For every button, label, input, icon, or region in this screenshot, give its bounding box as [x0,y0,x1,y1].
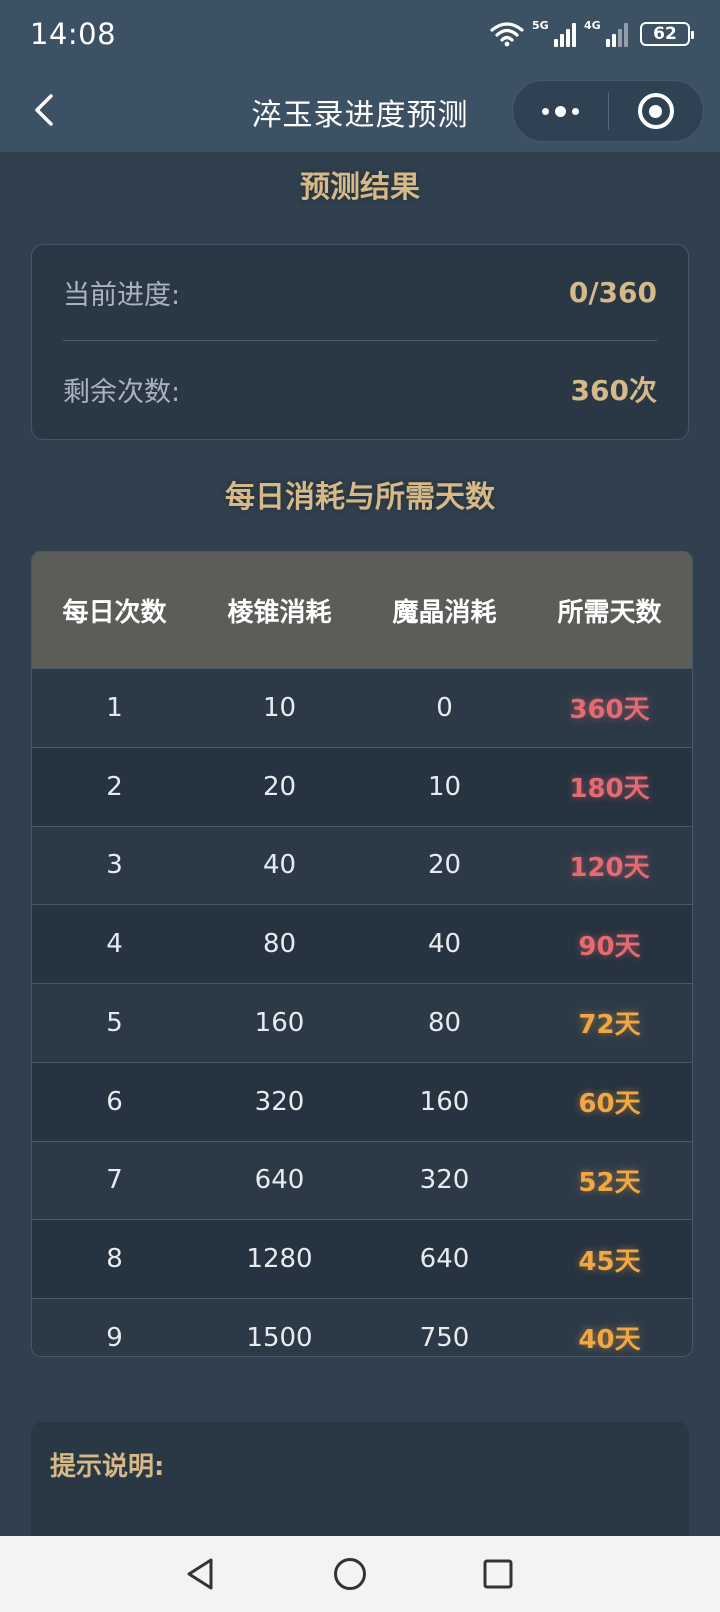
result-card: 当前进度: 0/360 剩余次数: 360次 [31,244,689,440]
crystal-cost-cell: 320 [419,1165,470,1196]
system-icons: 5G 4G 62 [490,19,694,47]
pyramid-cost-cell: 640 [254,1165,305,1196]
days-needed-cell: 45天 [578,1246,641,1277]
crystal-cost-cell: 640 [419,1244,470,1275]
signal-4g-icon: 4G [584,19,628,47]
table-body: 1 10 0 360天 2 20 10 180天 3 40 20 120天 4 … [32,668,692,1356]
battery-level: 62 [653,24,677,44]
result-section-title: 预测结果 [300,170,420,205]
table-row: 5 160 80 72天 [32,983,692,1062]
pyramid-cost-cell: 320 [254,1086,305,1117]
daily-count-cell: 9 [106,1322,123,1353]
crystal-cost-cell: 40 [427,929,462,960]
daily-count-cell: 3 [106,850,123,881]
days-needed-cell: 180天 [569,774,650,805]
days-needed-cell: 60天 [578,1089,641,1120]
nav-bar: 淬玉录进度预测 [0,68,720,152]
pyramid-cost-cell: 80 [262,929,297,960]
days-needed-cell: 52天 [578,1167,641,1198]
remaining-count-value: 360次 [570,374,657,407]
daily-count-cell: 5 [106,1007,123,1038]
header-pyramid-cost: 棱锥消耗 [227,597,332,628]
table-row: 9 1500 750 40天 [32,1298,692,1356]
crystal-cost-cell: 750 [419,1322,470,1353]
record-target-icon [637,93,674,129]
days-needed-cell: 90天 [578,931,641,962]
pyramid-cost-cell: 1500 [246,1322,313,1353]
status-bar: 14:08 5G 4G 62 [0,0,720,68]
pyramid-cost-cell: 10 [262,692,297,723]
more-dots-icon [542,107,549,115]
days-needed-cell: 72天 [578,1010,641,1041]
daily-count-cell: 7 [106,1165,123,1196]
battery-icon: 62 [640,22,694,46]
pyramid-cost-cell: 1280 [246,1244,313,1275]
current-progress-row: 当前进度: 0/360 [63,245,657,341]
daily-count-cell: 2 [106,771,123,802]
system-back-button[interactable] [176,1550,224,1598]
days-needed-cell: 40天 [578,1325,641,1356]
daily-count-cell: 8 [106,1244,123,1275]
signal-5g-icon: 5G [532,19,576,47]
close-program-button[interactable] [609,81,703,141]
current-progress-label: 当前进度: [63,280,181,311]
table-row: 1 10 0 360天 [32,668,692,747]
system-home-button[interactable] [326,1550,374,1598]
recents-square-icon [483,1559,513,1589]
header-crystal-cost: 魔晶消耗 [392,597,497,628]
pyramid-cost-cell: 20 [262,771,297,802]
crystal-cost-cell: 0 [436,692,453,723]
main-content: 预测结果 当前进度: 0/360 剩余次数: 360次 每日消耗与所需天数 每日… [0,152,720,1536]
pyramid-cost-cell: 160 [254,1007,305,1038]
system-navigation-bar [0,1536,720,1612]
daily-count-cell: 6 [106,1086,123,1117]
clock-time: 14:08 [30,17,117,51]
current-progress-value: 0/360 [568,276,657,309]
table-row: 4 80 40 90天 [32,904,692,983]
table-row: 8 1280 640 45天 [32,1219,692,1298]
days-needed-cell: 120天 [569,852,650,883]
crystal-cost-cell: 20 [427,850,462,881]
header-days-needed: 所需天数 [557,597,662,628]
remaining-count-label: 剩余次数: [63,376,181,408]
table-row: 6 320 160 60天 [32,1061,692,1141]
remaining-count-row: 剩余次数: 360次 [63,341,657,437]
crystal-cost-cell: 10 [427,771,462,802]
table-row: 2 20 10 180天 [32,746,692,826]
crystal-cost-cell: 160 [419,1086,470,1117]
crystal-cost-cell: 80 [427,1007,462,1038]
more-button[interactable] [513,81,608,141]
daily-section-title: 每日消耗与所需天数 [225,480,495,515]
tips-title: 提示说明: [50,1452,165,1482]
mini-program-capsule [512,80,704,142]
table-row: 7 640 320 52天 [32,1140,692,1220]
system-recents-button[interactable] [474,1550,522,1598]
daily-count-cell: 1 [106,692,123,723]
daily-count-cell: 4 [106,929,123,960]
home-circle-icon [334,1558,366,1590]
tips-card: 提示说明: [31,1422,689,1536]
days-needed-cell: 360天 [569,695,650,726]
pyramid-cost-cell: 40 [262,850,297,881]
back-triangle-icon [187,1558,213,1590]
table-row: 3 40 20 120天 [32,825,692,905]
table-header: 每日次数 棱锥消耗 魔晶消耗 所需天数 [32,552,692,668]
wifi-icon [490,22,524,47]
header-daily-count: 每日次数 [62,597,167,628]
daily-consumption-table: 每日次数 棱锥消耗 魔晶消耗 所需天数 1 10 0 360天 2 20 10 … [31,551,693,1357]
